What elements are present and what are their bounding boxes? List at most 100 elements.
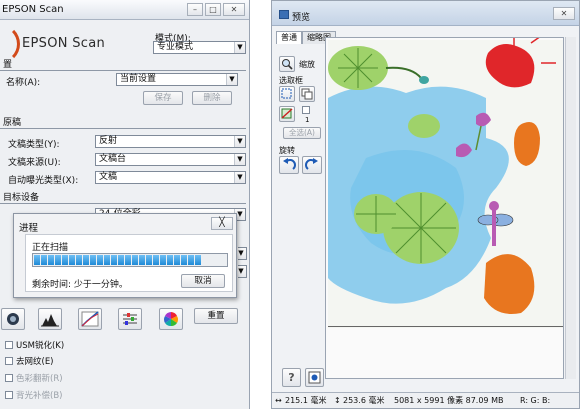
image-adjustment-button[interactable] [118, 308, 142, 330]
dialog-close-button[interactable]: ╳ [211, 217, 233, 230]
progress-dialog: 进程 ╳ 正在扫描 剩余时间: 少于一分钟。 取消 [13, 213, 237, 298]
settings-name-value: 当前设置 [120, 74, 157, 84]
rotate-right-icon [305, 158, 318, 170]
auto-exposure-label: 自动曝光类型(X): [8, 176, 79, 186]
descreen-checkbox[interactable]: 去网纹(E) [5, 355, 54, 367]
preview-window: 预览 ✕ 普通 缩略图 缩放 选取框 1 全选(A) 旋转 ? ↔ 215.1 … [271, 0, 580, 409]
progress-segment [153, 255, 159, 265]
magnifier-icon [282, 59, 293, 70]
progress-segment [139, 255, 145, 265]
chevron-down-icon: ▼ [234, 154, 245, 165]
auto-exposure-value: 文稿 [99, 172, 118, 182]
epson-logo: EPSON Scan [0, 22, 150, 64]
select-all-button[interactable]: 全选(A) [283, 127, 321, 139]
chevron-down-icon: ▼ [234, 136, 245, 147]
rotate-left-icon [283, 158, 296, 170]
preview-image-area[interactable] [325, 37, 564, 379]
doc-type-label: 文稿类型(Y): [8, 140, 60, 150]
checkbox-label: 色彩翻新(R) [16, 374, 63, 384]
progress-segment [195, 255, 201, 265]
tone-correction-button[interactable] [78, 308, 102, 330]
epson-scan-window: EPSON Scan – □ ✕ EPSON Scan 模式(M): 专业模式 … [0, 0, 250, 409]
section-original: 原稿 [0, 118, 246, 129]
name-label: 名称(A): [6, 78, 41, 88]
height-arrow-icon: ↕ [334, 396, 341, 405]
checkbox-box[interactable] [5, 357, 13, 365]
cancel-button[interactable]: 取消 [181, 274, 225, 288]
delete-marquee-icon [281, 108, 293, 119]
status-bar: ↔ 215.1 毫米 ↕ 253.6 毫米 5081 x 5991 像素 87.… [272, 392, 579, 408]
copy-marquee-icon [301, 88, 313, 100]
histogram-button[interactable] [38, 308, 62, 330]
mode-select-value: 专业模式 [157, 42, 194, 52]
close-button[interactable]: ✕ [223, 3, 245, 16]
save-button[interactable]: 保存 [143, 91, 183, 105]
checkbox-box[interactable] [5, 391, 13, 399]
progress-segment [48, 255, 54, 265]
remaining-time: 剩余时间: 少于一分钟。 [32, 280, 128, 290]
progress-segment [174, 255, 180, 265]
brand-name: EPSON Scan [22, 36, 105, 51]
dialog-title: 进程 [19, 223, 39, 234]
copy-marquee-button[interactable] [299, 86, 315, 102]
tab-normal[interactable]: 普通 [276, 31, 302, 44]
minimize-button[interactable]: – [187, 3, 203, 16]
settings-name-select[interactable]: 当前设置 ▼ [116, 73, 238, 86]
zoom-label: 缩放 [299, 60, 315, 69]
zoom-button[interactable] [279, 56, 295, 72]
doc-type-select[interactable]: 反射 ▼ [95, 135, 246, 148]
usm-sharpen-checkbox[interactable]: USM锐化(K) [5, 339, 64, 351]
preview-scrollbar[interactable] [565, 37, 576, 379]
progress-segment [181, 255, 187, 265]
auto-exposure-button[interactable] [1, 308, 25, 330]
backlight-correction-checkbox[interactable]: 背光补偿(B) [5, 389, 62, 401]
progress-segment [69, 255, 75, 265]
scan-status: 正在扫描 [32, 243, 69, 253]
progress-segment [160, 255, 166, 265]
rotate-right-button[interactable] [302, 156, 322, 174]
auto-exposure-select[interactable]: 文稿 ▼ [95, 171, 246, 184]
color-palette-button[interactable] [159, 308, 183, 330]
image-settings-icon [308, 371, 321, 384]
scan-height: 253.6 毫米 [343, 396, 385, 405]
progress-segment [125, 255, 131, 265]
progress-segment [111, 255, 117, 265]
preview-close-button[interactable]: ✕ [553, 7, 575, 20]
rotate-group-label: 旋转 [279, 146, 295, 155]
app-icon [279, 10, 289, 19]
progress-segment [118, 255, 124, 265]
doc-source-label: 文稿来源(U): [8, 158, 61, 168]
marquee-group-label: 选取框 [279, 76, 303, 85]
resolution-select[interactable]: ▼ [235, 247, 247, 260]
auto-exposure-icon [7, 313, 19, 325]
progress-segment [76, 255, 82, 265]
settings-button[interactable] [305, 368, 324, 387]
delete-button[interactable]: 删除 [192, 91, 232, 105]
checkbox-box[interactable] [5, 374, 13, 382]
logo-swoosh-icon [0, 24, 20, 64]
mode-select[interactable]: 专业模式 ▼ [153, 41, 246, 54]
scan-width: 215.1 毫米 [285, 396, 327, 405]
preview-tool-panel: 缩放 选取框 1 全选(A) 旋转 [277, 44, 327, 374]
progress-segment [188, 255, 194, 265]
color-wheel-icon [164, 312, 178, 327]
target-size-select[interactable]: ▼ [235, 265, 247, 278]
marquee-checkbox[interactable] [302, 106, 310, 114]
delete-marquee-button[interactable] [279, 106, 295, 122]
progress-bar [32, 253, 228, 267]
checkbox-box[interactable] [5, 341, 13, 349]
color-restoration-checkbox[interactable]: 色彩翻新(R) [5, 372, 63, 384]
scanned-drawing-image [326, 38, 563, 378]
progress-segment [132, 255, 138, 265]
sliders-icon [123, 313, 137, 325]
marquee-icon [281, 88, 292, 99]
maximize-button[interactable]: □ [205, 3, 221, 16]
progress-segment [41, 255, 47, 265]
help-button[interactable]: ? [282, 368, 301, 387]
doc-source-select[interactable]: 文稿台 ▼ [95, 153, 246, 166]
reset-button[interactable]: 重置 [194, 308, 238, 324]
marquee-button[interactable] [279, 86, 295, 102]
progress-segment [83, 255, 89, 265]
checkbox-label: 背光补偿(B) [16, 391, 63, 401]
rotate-left-button[interactable] [279, 156, 299, 174]
